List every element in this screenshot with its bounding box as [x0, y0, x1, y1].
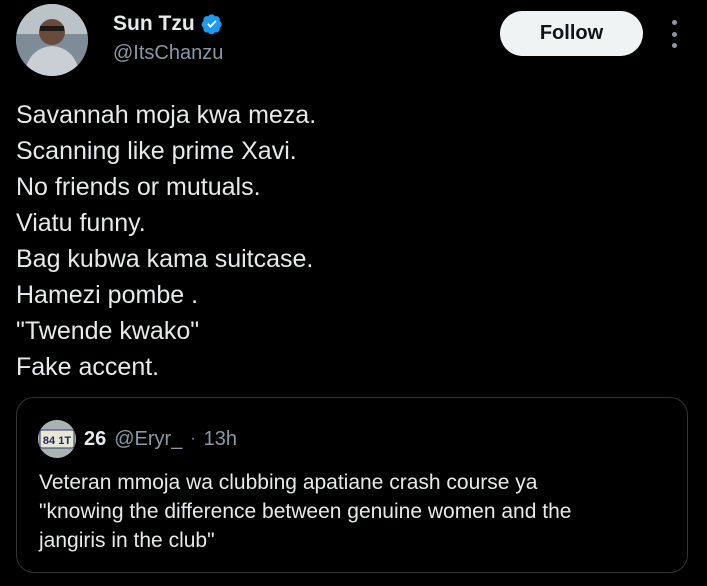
tweet-line: Savannah moja kwa meza. — [16, 101, 317, 129]
tweet-text: Savannah moja kwa meza. Scanning like pr… — [16, 97, 676, 385]
quoted-line: jangiris in the club" — [39, 529, 215, 552]
more-options-icon[interactable] — [664, 18, 684, 50]
quoted-line: "knowing the difference between genuine … — [39, 500, 572, 523]
quoted-text: Veteran mmoja wa clubbing apatiane crash… — [39, 468, 669, 555]
tweet-line: No friends or mutuals. — [16, 173, 261, 201]
quoted-timestamp[interactable]: 13h — [204, 428, 237, 451]
quoted-author-name[interactable]: 26 — [84, 428, 106, 451]
quoted-line: Veteran mmoja wa clubbing apatiane crash… — [39, 471, 538, 494]
tweet-line: Viatu funny. — [16, 209, 146, 237]
verified-badge-icon — [201, 14, 222, 35]
author-avatar[interactable] — [16, 4, 88, 76]
avatar-plate-text: 84 1T — [43, 435, 71, 447]
tweet-line: Hamezi pombe . — [16, 281, 199, 309]
quoted-author-handle[interactable]: @Eryr_ — [114, 428, 182, 451]
tweet-line: Scanning like prime Xavi. — [16, 137, 297, 165]
quoted-tweet[interactable]: 84 1T 26 @Eryr_ · 13h Veteran mmoja wa c… — [16, 397, 688, 573]
quoted-author-avatar[interactable]: 84 1T — [38, 420, 76, 458]
tweet-line: Fake accent. — [16, 353, 160, 381]
author-handle[interactable]: @ItsChanzu — [113, 42, 223, 65]
tweet-line: "Twende kwako" — [16, 317, 200, 345]
follow-button[interactable]: Follow — [500, 11, 643, 56]
author-name[interactable]: Sun Tzu — [113, 12, 195, 36]
license-plate-avatar-icon: 84 1T — [38, 420, 76, 458]
tweet-line: Bag kubwa kama suitcase. — [16, 245, 314, 273]
profile-photo-icon — [16, 4, 88, 76]
separator-dot: · — [190, 430, 196, 447]
